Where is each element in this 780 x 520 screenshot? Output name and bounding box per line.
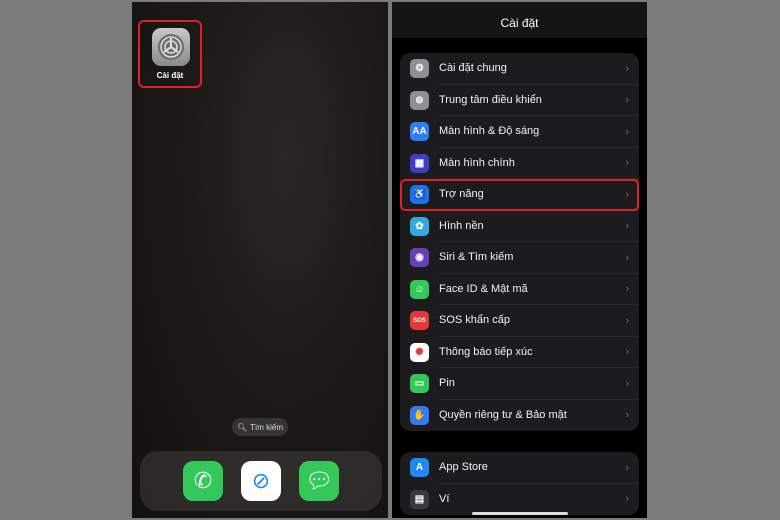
text-size-icon: AA (410, 122, 429, 142)
settings-row-face-id[interactable]: ☺ Face ID & Mật mã › (400, 274, 639, 305)
settings-group-2: A App Store › ▤ Ví › (400, 452, 639, 515)
phone-icon[interactable]: ✆ (183, 461, 223, 501)
chevron-right-icon: › (625, 220, 629, 233)
settings-row-label: Thông báo tiếp xúc (439, 337, 639, 368)
chevron-right-icon: › (625, 94, 629, 107)
chevron-right-icon: › (625, 251, 629, 264)
chevron-right-icon: › (625, 346, 629, 359)
app-store-icon: A (410, 458, 429, 478)
chevron-right-icon: › (625, 283, 629, 296)
settings-row-label: Trợ năng (439, 179, 639, 211)
chevron-right-icon: › (625, 461, 629, 474)
chevron-right-icon: › (625, 314, 629, 327)
exposure-icon: ✺ (410, 342, 429, 362)
settings-row-label: Siri & Tìm kiếm (439, 242, 639, 274)
accessibility-icon: ♿ (410, 185, 429, 205)
settings-row-siri[interactable]: ◉ Siri & Tìm kiếm › (400, 242, 639, 274)
safari-icon[interactable]: ⊘ (241, 461, 281, 501)
gear-icon (152, 28, 190, 66)
chevron-right-icon: › (625, 125, 629, 138)
face-id-icon: ☺ (410, 279, 429, 299)
dock: ✆ ⊘ 💬︎ (140, 451, 382, 511)
settings-row-home-screen[interactable]: ▦ Màn hình chính › (400, 148, 639, 179)
settings-row-gear[interactable]: ⚙ Cài đặt chung › (400, 53, 639, 85)
siri-icon: ◉ (410, 248, 429, 268)
settings-row-label: Cài đặt chung (439, 53, 639, 85)
settings-row-label: Face ID & Mật mã (439, 274, 639, 305)
settings-row-sos[interactable]: SOS SOS khẩn cấp › (400, 305, 639, 337)
settings-row-label: Hình nền (439, 211, 639, 242)
search-label: Tìm kiếm (250, 422, 284, 432)
settings-row-wallpaper[interactable]: ✿ Hình nền › (400, 211, 639, 242)
settings-row-label: Màn hình & Độ sáng (439, 116, 639, 148)
settings-row-accessibility[interactable]: ♿ Trợ năng › (400, 179, 639, 211)
sos-icon: SOS (410, 311, 429, 331)
settings-row-battery[interactable]: ▭ Pin › (400, 368, 639, 400)
settings-row-label: SOS khẩn cấp (439, 305, 639, 337)
messages-icon[interactable]: 💬︎ (299, 461, 339, 501)
settings-row-label: Ví (439, 493, 450, 506)
chevron-right-icon: › (625, 157, 629, 170)
home-screen: Cài đặt 🔍︎ Tìm kiếm ✆ ⊘ 💬︎ (132, 2, 388, 518)
settings-row-label: Quyền riêng tư & Bảo mật (439, 409, 567, 422)
settings-row-label: App Store (439, 452, 639, 484)
gear-icon: ⚙ (410, 59, 429, 79)
chevron-right-icon: › (625, 377, 629, 390)
chevron-right-icon: › (625, 409, 629, 422)
wallpaper-icon: ✿ (410, 216, 429, 236)
home-indicator (472, 512, 568, 515)
home-screen-icon: ▦ (410, 153, 429, 173)
settings-group-1: ⚙ Cài đặt chung › ⊜ Trung tâm điều khiển › AA M… (400, 53, 639, 431)
settings-screen: Cài đặt ⚙ Cài đặt chung › ⊜ Trung tâm điều k… (392, 2, 647, 518)
settings-row-hand[interactable]: ✋ Quyền riêng tư & Bảo mật › (400, 400, 639, 432)
battery-icon: ▭ (410, 374, 429, 394)
settings-row-label: Trung tâm điều khiển (439, 85, 639, 116)
settings-row-exposure[interactable]: ✺ Thông báo tiếp xúc › (400, 337, 639, 368)
settings-row-label: Màn hình chính (439, 148, 639, 179)
wallet-icon: ▤ (410, 489, 429, 509)
search-icon: 🔍︎ (236, 422, 248, 432)
settings-row-app-store[interactable]: A App Store › (400, 452, 639, 484)
hand-icon: ✋ (410, 405, 429, 425)
page-title: Cài đặt (392, 2, 647, 38)
settings-row-toggles[interactable]: ⊜ Trung tâm điều khiển › (400, 85, 639, 116)
settings-app-label: Cài đặt (156, 71, 184, 80)
chevron-right-icon: › (625, 62, 629, 75)
settings-row-label: Pin (439, 368, 639, 400)
settings-row-text-size[interactable]: AA Màn hình & Độ sáng › (400, 116, 639, 148)
settings-app-icon-highlighted[interactable]: Cài đặt (138, 20, 202, 88)
chevron-right-icon: › (625, 188, 629, 201)
settings-row-wallet[interactable]: ▤ Ví › (400, 484, 639, 516)
chevron-right-icon: › (625, 493, 629, 506)
toggles-icon: ⊜ (410, 90, 429, 110)
search-button[interactable]: 🔍︎ Tìm kiếm (232, 418, 288, 436)
